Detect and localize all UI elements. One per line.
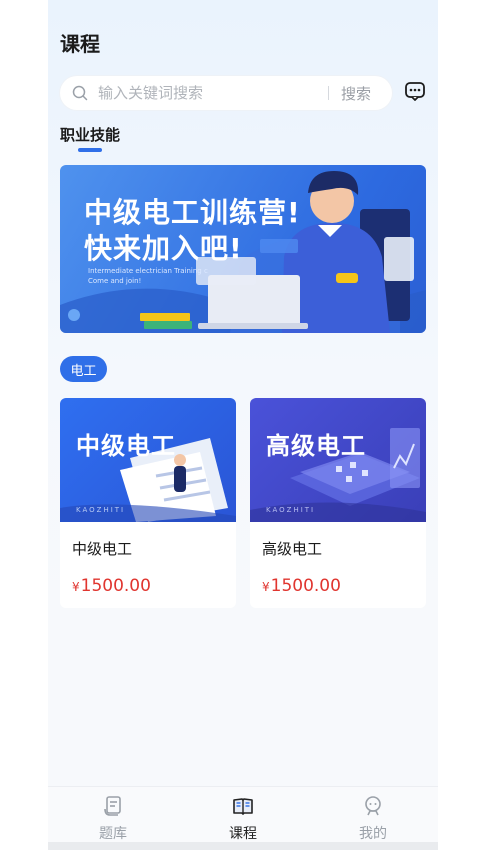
tab-question-bank[interactable]: 题库 <box>48 787 178 850</box>
message-icon[interactable] <box>404 80 426 102</box>
page-title: 课程 <box>60 32 100 56</box>
tab-courses[interactable]: 课程 <box>178 787 308 850</box>
search-icon <box>72 85 88 101</box>
tab-label: 题库 <box>99 826 127 842</box>
course-name: 高级电工 <box>262 540 323 558</box>
tab-label: 我的 <box>359 826 387 842</box>
profile-icon <box>365 796 381 816</box>
book-icon <box>233 798 253 815</box>
search-input[interactable] <box>96 83 320 103</box>
course-watermark: KAOZHITI <box>76 506 126 514</box>
course-card[interactable]: 高级电工 KAOZHITI 高级电工 ¥1500.00 <box>250 398 426 608</box>
search-divider <box>328 86 329 100</box>
bottom-strip <box>48 842 438 850</box>
search-bar[interactable]: 搜索 <box>60 76 392 110</box>
section-title: 职业技能 <box>60 126 121 144</box>
category-tag[interactable]: 电工 <box>60 356 107 382</box>
banner-title-line1: 中级电工训练营! <box>84 196 301 229</box>
section-underline <box>78 148 102 152</box>
currency-symbol: ¥ <box>72 580 80 594</box>
course-image-title: 高级电工 <box>266 432 366 460</box>
course-price: ¥1500.00 <box>262 576 341 596</box>
app-screen: 课程 搜索 职业技能 <box>48 0 438 850</box>
course-watermark: KAOZHITI <box>266 506 316 514</box>
search-button[interactable]: 搜索 <box>341 83 371 104</box>
course-image: 高级电工 KAOZHITI <box>250 398 426 522</box>
price-value: 1500.00 <box>80 576 151 596</box>
tab-profile[interactable]: 我的 <box>308 787 438 850</box>
promo-banner[interactable]: 中级电工训练营! 快来加入吧! Intermediate electrician… <box>60 165 426 333</box>
course-image-title: 中级电工 <box>76 432 176 460</box>
banner-subtitle-line2: Come and join! <box>88 277 142 285</box>
bottom-tab-bar: 题库 课程 我的 <box>48 786 438 850</box>
banner-title-line2: 快来加入吧! <box>84 232 243 265</box>
course-name: 中级电工 <box>72 540 133 558</box>
question-bank-icon <box>104 796 121 816</box>
tab-label: 课程 <box>229 826 257 842</box>
course-image: 中级电工 KAOZHITI <box>60 398 236 522</box>
price-value: 1500.00 <box>270 576 341 596</box>
banner-subtitle-line1: Intermediate electrician Training c <box>88 267 208 275</box>
course-card[interactable]: 中级电工 KAOZHITI 中级电工 ¥1500.00 <box>60 398 236 608</box>
currency-symbol: ¥ <box>262 580 270 594</box>
course-price: ¥1500.00 <box>72 576 151 596</box>
